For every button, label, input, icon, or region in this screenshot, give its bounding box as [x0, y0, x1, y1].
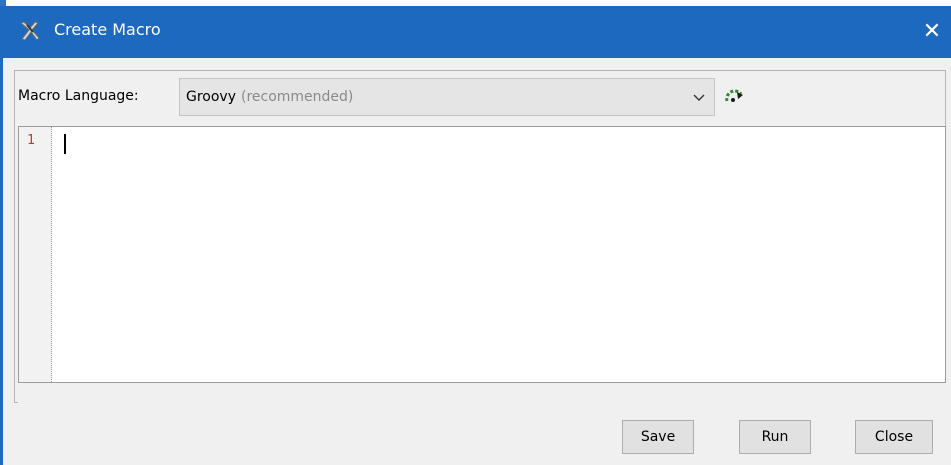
text-caret	[64, 134, 66, 154]
window-title: Create Macro	[54, 20, 161, 39]
window-left-border	[0, 58, 3, 465]
macro-language-label: Macro Language:	[18, 88, 139, 104]
macro-code-editor[interactable]: 1	[18, 126, 946, 383]
tool-icon	[18, 20, 42, 42]
close-button[interactable]: Close	[855, 420, 933, 454]
macro-language-row: Macro Language: Groovy (recommended)	[18, 76, 938, 118]
panel-bottom-area	[18, 383, 946, 403]
window-close-button[interactable]: ✕	[916, 16, 948, 46]
macro-language-select[interactable]: Groovy (recommended)	[179, 78, 715, 116]
save-button[interactable]: Save	[622, 420, 694, 454]
macro-language-hint: (recommended)	[241, 89, 354, 105]
title-bar: Create Macro ✕	[0, 6, 951, 58]
close-icon: ✕	[922, 18, 942, 44]
line-number: 1	[27, 133, 35, 148]
script-run-icon[interactable]	[723, 86, 747, 108]
create-macro-window: Create Macro ✕ Macro Language: Groovy (r…	[0, 0, 951, 465]
run-button[interactable]: Run	[739, 420, 811, 454]
macro-language-value: Groovy	[186, 89, 236, 105]
chevron-down-icon	[692, 90, 706, 104]
editor-gutter: 1	[19, 127, 52, 382]
